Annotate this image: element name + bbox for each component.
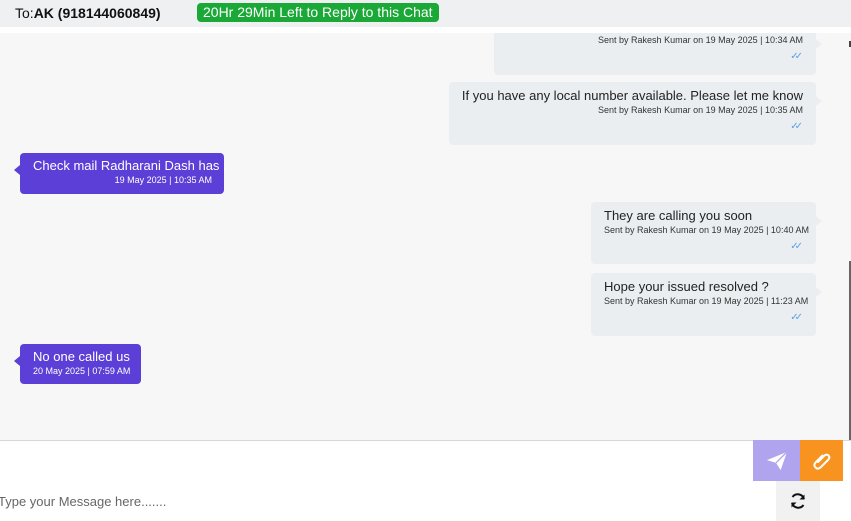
read-receipt-icon: ✓✓ [790,312,803,323]
refresh-button[interactable] [776,481,820,521]
read-receipt-icon: ✓✓ [790,51,803,62]
paper-plane-icon [766,450,787,470]
attach-button[interactable] [800,440,843,481]
message-text: They are calling you soon [604,208,753,223]
incoming-message: No one called us 20 May 2025 | 07:59 AM [14,344,141,384]
message-meta: 20 May 2025 | 07:59 AM [33,366,131,376]
message-text: Hope your issued resolved ? [604,279,769,294]
message-text: No one called us [33,349,130,364]
outgoing-message: Sent by Rakesh Kumar on 19 May 2025 | 10… [494,33,822,75]
message-meta: Sent by Rakesh Kumar on 19 May 2025 | 10… [604,225,809,235]
message-meta: Sent by Rakesh Kumar on 19 May 2025 | 10… [598,35,803,45]
message-text: Check mail Radharani Dash has . [33,158,227,173]
outgoing-message: If you have any local number available. … [448,82,823,145]
to-label: To: [15,5,34,21]
paperclip-icon [812,453,830,470]
read-receipt-icon: ✓✓ [790,121,803,132]
message-text: If you have any local number available. … [461,88,803,103]
outgoing-message: Hope your issued resolved ? Sent by Rake… [591,273,822,336]
incoming-message: Check mail Radharani Dash has . 19 May 2… [14,153,227,194]
chat-header: To:AK (918144060849) 20Hr 29Min Left to … [0,0,851,27]
message-list[interactable]: Sent by Rakesh Kumar on 19 May 2025 | 10… [0,33,851,440]
recipient-label: To:AK (918144060849) [15,5,161,21]
composer-divider [0,440,851,441]
message-meta: Sent by Rakesh Kumar on 19 May 2025 | 11… [604,296,809,306]
message-input[interactable] [0,487,758,515]
refresh-icon [791,493,805,509]
message-meta: Sent by Rakesh Kumar on 19 May 2025 | 10… [598,105,803,115]
reply-window-badge: 20Hr 29Min Left to Reply to this Chat [197,3,439,22]
recipient-name: AK (918144060849) [33,5,161,21]
send-button[interactable] [753,440,800,481]
message-meta: 19 May 2025 | 10:35 AM [114,175,212,185]
outgoing-message: They are calling you soon Sent by Rakesh… [591,202,822,264]
read-receipt-icon: ✓✓ [790,241,803,252]
